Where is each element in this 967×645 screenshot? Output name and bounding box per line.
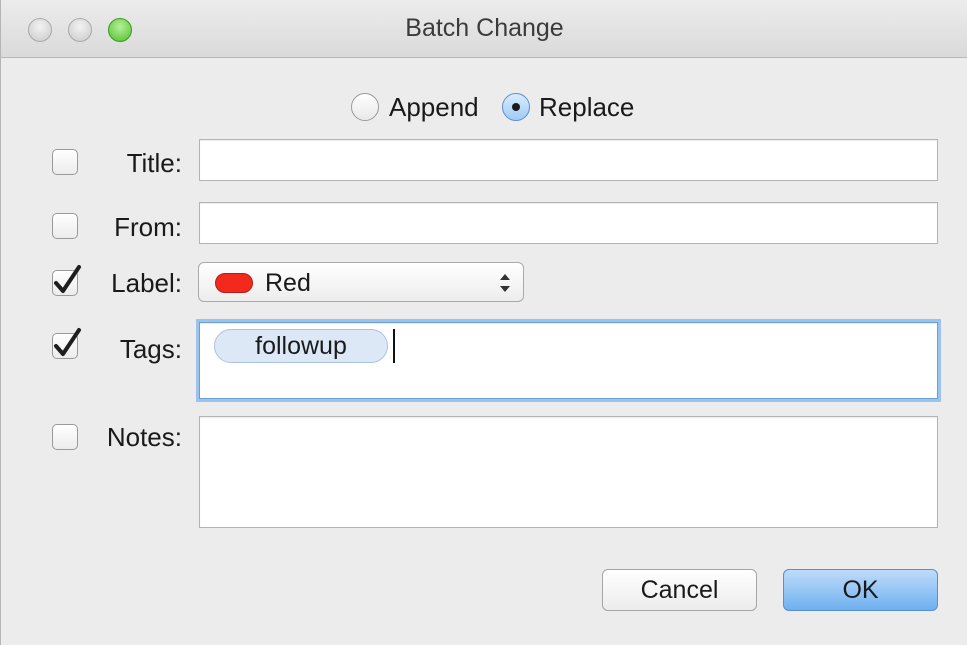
from-label: From: xyxy=(114,212,182,242)
ok-button[interactable]: OK xyxy=(783,569,938,611)
checkmark-icon xyxy=(54,265,81,293)
window-title: Batch Change xyxy=(405,14,564,42)
batch-change-window: Batch Change Append Replace Title: From:… xyxy=(0,0,967,645)
title-bar[interactable]: Batch Change xyxy=(1,0,967,58)
tags-checkbox[interactable] xyxy=(52,328,81,359)
text-caret xyxy=(393,329,395,363)
label-select-value: Red xyxy=(265,269,311,297)
title-label: Title: xyxy=(126,148,182,178)
from-input[interactable] xyxy=(199,202,938,244)
label-label: Label: xyxy=(111,268,182,298)
checkmark-icon xyxy=(54,328,81,356)
label-select[interactable]: Red xyxy=(198,262,524,302)
tag-token-followup[interactable]: followup xyxy=(214,329,388,363)
notes-label: Notes: xyxy=(106,422,182,452)
label-color-swatch xyxy=(215,273,253,293)
notes-checkbox[interactable] xyxy=(52,424,78,450)
replace-radio-label[interactable]: Replace xyxy=(539,92,634,123)
up-down-chevron-icon xyxy=(500,274,510,292)
cancel-button[interactable]: Cancel xyxy=(602,569,757,611)
label-checkbox[interactable] xyxy=(52,265,81,296)
tags-label: Tags: xyxy=(119,334,182,364)
notes-textarea[interactable] xyxy=(199,416,938,528)
replace-radio[interactable] xyxy=(502,93,530,121)
from-checkbox[interactable] xyxy=(52,213,78,239)
append-radio-label[interactable]: Append xyxy=(389,92,479,123)
title-checkbox[interactable] xyxy=(52,149,78,175)
title-input[interactable] xyxy=(199,139,938,181)
append-radio[interactable] xyxy=(351,93,379,121)
